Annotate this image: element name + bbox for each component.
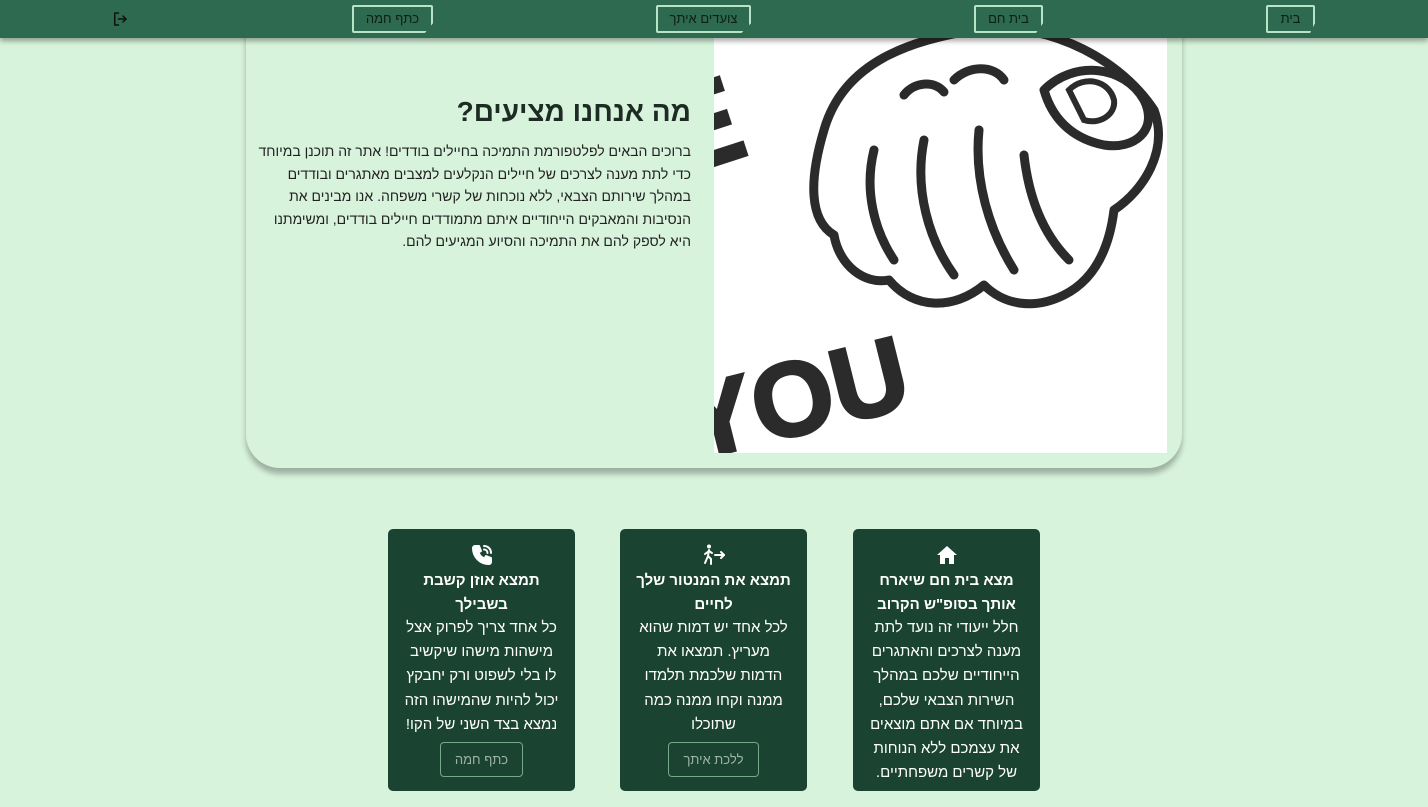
- nav-item-label: צועדים איתך: [669, 11, 738, 26]
- card-mentor: תמצא את המנטור שלך לחיים לכל אחד יש דמות…: [620, 529, 807, 791]
- card-listening-ear: תמצא אוזן קשבת בשבילך כל אחד צריך לפרוק …: [388, 529, 575, 791]
- logout-icon[interactable]: [111, 10, 129, 28]
- hero-section: WE YOU! מה אנחנו מציעים? ברוכים הבאים לפ…: [246, 20, 1182, 468]
- nav-item-warm-shoulder[interactable]: כתף חמה: [352, 5, 433, 33]
- nav-item-walking-with-you[interactable]: צועדים איתך: [656, 5, 751, 33]
- card-title: תמצא אוזן קשבת בשבילך: [423, 572, 540, 613]
- warm-shoulder-button[interactable]: כתף חמה: [439, 742, 524, 778]
- hero-text-block: מה אנחנו מציעים? ברוכים הבאים לפלטפורמת …: [251, 94, 691, 253]
- card-warm-home: מצא בית חם שיארח אותך בסופ"ש הקרוב חלל י…: [853, 529, 1040, 791]
- pointing-fist-icon: WE YOU!: [714, 23, 1163, 453]
- walking-person-icon: [703, 544, 725, 565]
- card-text: כל אחד צריך לפרוק אצל מישהות מישהו שיקשי…: [404, 619, 559, 733]
- hero-description: ברוכים הבאים לפלטפורמת התמיכה בחיילים בו…: [258, 143, 691, 250]
- phone-icon: [471, 545, 492, 565]
- nav-item-label: כתף חמה: [365, 11, 420, 26]
- hero-title: מה אנחנו מציעים?: [456, 96, 691, 127]
- card-title: מצא בית חם שיארח אותך בסופ"ש הקרוב: [877, 572, 1016, 613]
- nav-item-label: בית: [1280, 11, 1301, 26]
- card-title: תמצא את המנטור שלך לחיים: [636, 572, 791, 613]
- nav-item-home[interactable]: בית: [1266, 5, 1315, 33]
- we-want-you-illustration: WE YOU!: [714, 20, 1167, 453]
- illustration-text-bottom: YOU!: [714, 315, 920, 453]
- nav-item-warm-home[interactable]: בית חם: [974, 5, 1043, 33]
- nav-item-label: בית חם: [988, 11, 1029, 26]
- illustration-text-top: WE: [714, 51, 759, 238]
- home-icon: [936, 546, 957, 564]
- card-text: לכל אחד יש דמות שהוא מעריץ. תמצאו את הדמ…: [639, 619, 788, 733]
- walking-with-you-button[interactable]: ללכת איתך: [668, 742, 759, 778]
- card-text: חלל ייעודי זה נועד לתת מענה לצרכים והאתג…: [870, 619, 1023, 791]
- top-navbar: בית בית חם צועדים איתך כתף חמה: [0, 0, 1428, 38]
